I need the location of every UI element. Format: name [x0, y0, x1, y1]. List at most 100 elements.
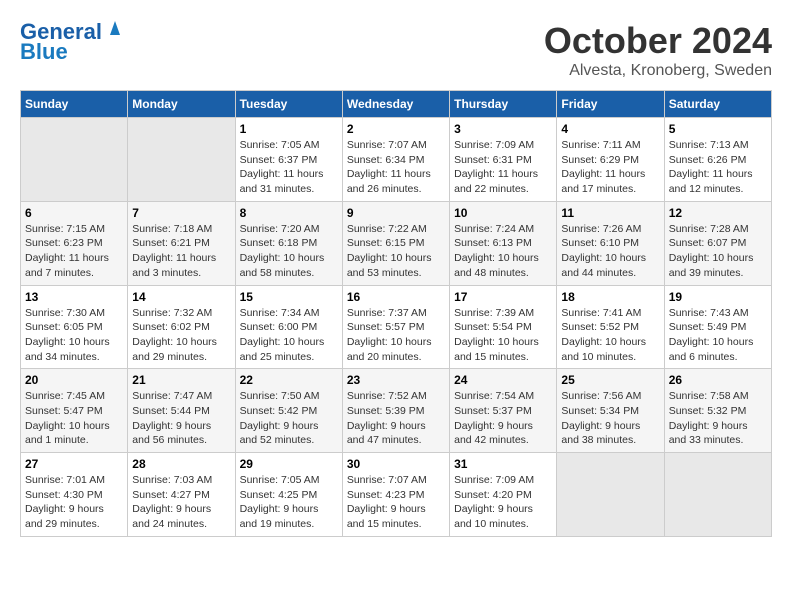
day-info: Sunrise: 7:34 AM Sunset: 6:00 PM Dayligh… — [240, 306, 338, 365]
day-info: Sunrise: 7:58 AM Sunset: 5:32 PM Dayligh… — [669, 389, 767, 448]
day-number: 11 — [561, 206, 659, 220]
calendar-cell: 2 Sunrise: 7:07 AM Sunset: 6:34 PM Dayli… — [342, 118, 449, 202]
weekday-header: Wednesday — [342, 91, 449, 118]
month-title: October 2024 — [544, 20, 772, 62]
calendar-cell: 29 Sunrise: 7:05 AM Sunset: 4:25 PM Dayl… — [235, 453, 342, 537]
day-number: 24 — [454, 373, 552, 387]
day-number: 31 — [454, 457, 552, 471]
day-number: 20 — [25, 373, 123, 387]
day-info: Sunrise: 7:41 AM Sunset: 5:52 PM Dayligh… — [561, 306, 659, 365]
weekday-header: Friday — [557, 91, 664, 118]
calendar-cell: 21 Sunrise: 7:47 AM Sunset: 5:44 PM Dayl… — [128, 369, 235, 453]
calendar-cell: 25 Sunrise: 7:56 AM Sunset: 5:34 PM Dayl… — [557, 369, 664, 453]
day-info: Sunrise: 7:37 AM Sunset: 5:57 PM Dayligh… — [347, 306, 445, 365]
day-number: 23 — [347, 373, 445, 387]
day-info: Sunrise: 7:05 AM Sunset: 4:25 PM Dayligh… — [240, 473, 338, 532]
calendar-cell: 9 Sunrise: 7:22 AM Sunset: 6:15 PM Dayli… — [342, 201, 449, 285]
day-number: 3 — [454, 122, 552, 136]
day-number: 30 — [347, 457, 445, 471]
day-number: 16 — [347, 290, 445, 304]
calendar-cell: 7 Sunrise: 7:18 AM Sunset: 6:21 PM Dayli… — [128, 201, 235, 285]
location: Alvesta, Kronoberg, Sweden — [544, 62, 772, 80]
day-info: Sunrise: 7:54 AM Sunset: 5:37 PM Dayligh… — [454, 389, 552, 448]
day-info: Sunrise: 7:05 AM Sunset: 6:37 PM Dayligh… — [240, 138, 338, 197]
day-info: Sunrise: 7:28 AM Sunset: 6:07 PM Dayligh… — [669, 222, 767, 281]
calendar-cell — [557, 453, 664, 537]
calendar-cell: 1 Sunrise: 7:05 AM Sunset: 6:37 PM Dayli… — [235, 118, 342, 202]
calendar-cell: 6 Sunrise: 7:15 AM Sunset: 6:23 PM Dayli… — [21, 201, 128, 285]
weekday-header: Saturday — [664, 91, 771, 118]
day-number: 6 — [25, 206, 123, 220]
day-number: 27 — [25, 457, 123, 471]
day-info: Sunrise: 7:39 AM Sunset: 5:54 PM Dayligh… — [454, 306, 552, 365]
logo: General Blue — [20, 20, 126, 64]
calendar-week-row: 27 Sunrise: 7:01 AM Sunset: 4:30 PM Dayl… — [21, 453, 772, 537]
calendar-cell: 24 Sunrise: 7:54 AM Sunset: 5:37 PM Dayl… — [450, 369, 557, 453]
calendar-week-row: 1 Sunrise: 7:05 AM Sunset: 6:37 PM Dayli… — [21, 118, 772, 202]
day-number: 8 — [240, 206, 338, 220]
day-number: 5 — [669, 122, 767, 136]
weekday-header-row: SundayMondayTuesdayWednesdayThursdayFrid… — [21, 91, 772, 118]
calendar-cell: 26 Sunrise: 7:58 AM Sunset: 5:32 PM Dayl… — [664, 369, 771, 453]
day-info: Sunrise: 7:32 AM Sunset: 6:02 PM Dayligh… — [132, 306, 230, 365]
day-info: Sunrise: 7:45 AM Sunset: 5:47 PM Dayligh… — [25, 389, 123, 448]
calendar-cell: 20 Sunrise: 7:45 AM Sunset: 5:47 PM Dayl… — [21, 369, 128, 453]
calendar-cell: 27 Sunrise: 7:01 AM Sunset: 4:30 PM Dayl… — [21, 453, 128, 537]
day-number: 21 — [132, 373, 230, 387]
day-info: Sunrise: 7:18 AM Sunset: 6:21 PM Dayligh… — [132, 222, 230, 281]
logo-icon — [104, 17, 126, 39]
day-info: Sunrise: 7:26 AM Sunset: 6:10 PM Dayligh… — [561, 222, 659, 281]
day-number: 4 — [561, 122, 659, 136]
logo-blue-text: Blue — [20, 40, 126, 64]
calendar-cell — [128, 118, 235, 202]
calendar-week-row: 20 Sunrise: 7:45 AM Sunset: 5:47 PM Dayl… — [21, 369, 772, 453]
day-info: Sunrise: 7:13 AM Sunset: 6:26 PM Dayligh… — [669, 138, 767, 197]
calendar-cell: 22 Sunrise: 7:50 AM Sunset: 5:42 PM Dayl… — [235, 369, 342, 453]
weekday-header: Sunday — [21, 91, 128, 118]
day-number: 17 — [454, 290, 552, 304]
calendar-cell: 31 Sunrise: 7:09 AM Sunset: 4:20 PM Dayl… — [450, 453, 557, 537]
weekday-header: Thursday — [450, 91, 557, 118]
day-info: Sunrise: 7:52 AM Sunset: 5:39 PM Dayligh… — [347, 389, 445, 448]
day-info: Sunrise: 7:15 AM Sunset: 6:23 PM Dayligh… — [25, 222, 123, 281]
calendar-cell: 17 Sunrise: 7:39 AM Sunset: 5:54 PM Dayl… — [450, 285, 557, 369]
calendar-cell: 3 Sunrise: 7:09 AM Sunset: 6:31 PM Dayli… — [450, 118, 557, 202]
day-number: 12 — [669, 206, 767, 220]
day-info: Sunrise: 7:09 AM Sunset: 6:31 PM Dayligh… — [454, 138, 552, 197]
day-number: 28 — [132, 457, 230, 471]
calendar-cell — [21, 118, 128, 202]
day-info: Sunrise: 7:47 AM Sunset: 5:44 PM Dayligh… — [132, 389, 230, 448]
calendar-cell: 18 Sunrise: 7:41 AM Sunset: 5:52 PM Dayl… — [557, 285, 664, 369]
calendar-cell: 8 Sunrise: 7:20 AM Sunset: 6:18 PM Dayli… — [235, 201, 342, 285]
day-number: 26 — [669, 373, 767, 387]
day-number: 19 — [669, 290, 767, 304]
calendar-cell: 11 Sunrise: 7:26 AM Sunset: 6:10 PM Dayl… — [557, 201, 664, 285]
page-header: General Blue October 2024 Alvesta, Krono… — [20, 20, 772, 80]
calendar-cell — [664, 453, 771, 537]
calendar-cell: 5 Sunrise: 7:13 AM Sunset: 6:26 PM Dayli… — [664, 118, 771, 202]
day-number: 2 — [347, 122, 445, 136]
calendar-cell: 28 Sunrise: 7:03 AM Sunset: 4:27 PM Dayl… — [128, 453, 235, 537]
calendar-table: SundayMondayTuesdayWednesdayThursdayFrid… — [20, 90, 772, 537]
calendar-cell: 19 Sunrise: 7:43 AM Sunset: 5:49 PM Dayl… — [664, 285, 771, 369]
calendar-cell: 13 Sunrise: 7:30 AM Sunset: 6:05 PM Dayl… — [21, 285, 128, 369]
day-info: Sunrise: 7:01 AM Sunset: 4:30 PM Dayligh… — [25, 473, 123, 532]
day-info: Sunrise: 7:56 AM Sunset: 5:34 PM Dayligh… — [561, 389, 659, 448]
day-number: 9 — [347, 206, 445, 220]
title-section: October 2024 Alvesta, Kronoberg, Sweden — [544, 20, 772, 80]
day-info: Sunrise: 7:30 AM Sunset: 6:05 PM Dayligh… — [25, 306, 123, 365]
day-number: 10 — [454, 206, 552, 220]
weekday-header: Tuesday — [235, 91, 342, 118]
calendar-cell: 16 Sunrise: 7:37 AM Sunset: 5:57 PM Dayl… — [342, 285, 449, 369]
calendar-cell: 30 Sunrise: 7:07 AM Sunset: 4:23 PM Dayl… — [342, 453, 449, 537]
day-info: Sunrise: 7:20 AM Sunset: 6:18 PM Dayligh… — [240, 222, 338, 281]
day-number: 15 — [240, 290, 338, 304]
day-info: Sunrise: 7:22 AM Sunset: 6:15 PM Dayligh… — [347, 222, 445, 281]
calendar-week-row: 6 Sunrise: 7:15 AM Sunset: 6:23 PM Dayli… — [21, 201, 772, 285]
day-info: Sunrise: 7:24 AM Sunset: 6:13 PM Dayligh… — [454, 222, 552, 281]
calendar-cell: 10 Sunrise: 7:24 AM Sunset: 6:13 PM Dayl… — [450, 201, 557, 285]
day-number: 13 — [25, 290, 123, 304]
day-number: 22 — [240, 373, 338, 387]
day-number: 14 — [132, 290, 230, 304]
calendar-cell: 14 Sunrise: 7:32 AM Sunset: 6:02 PM Dayl… — [128, 285, 235, 369]
